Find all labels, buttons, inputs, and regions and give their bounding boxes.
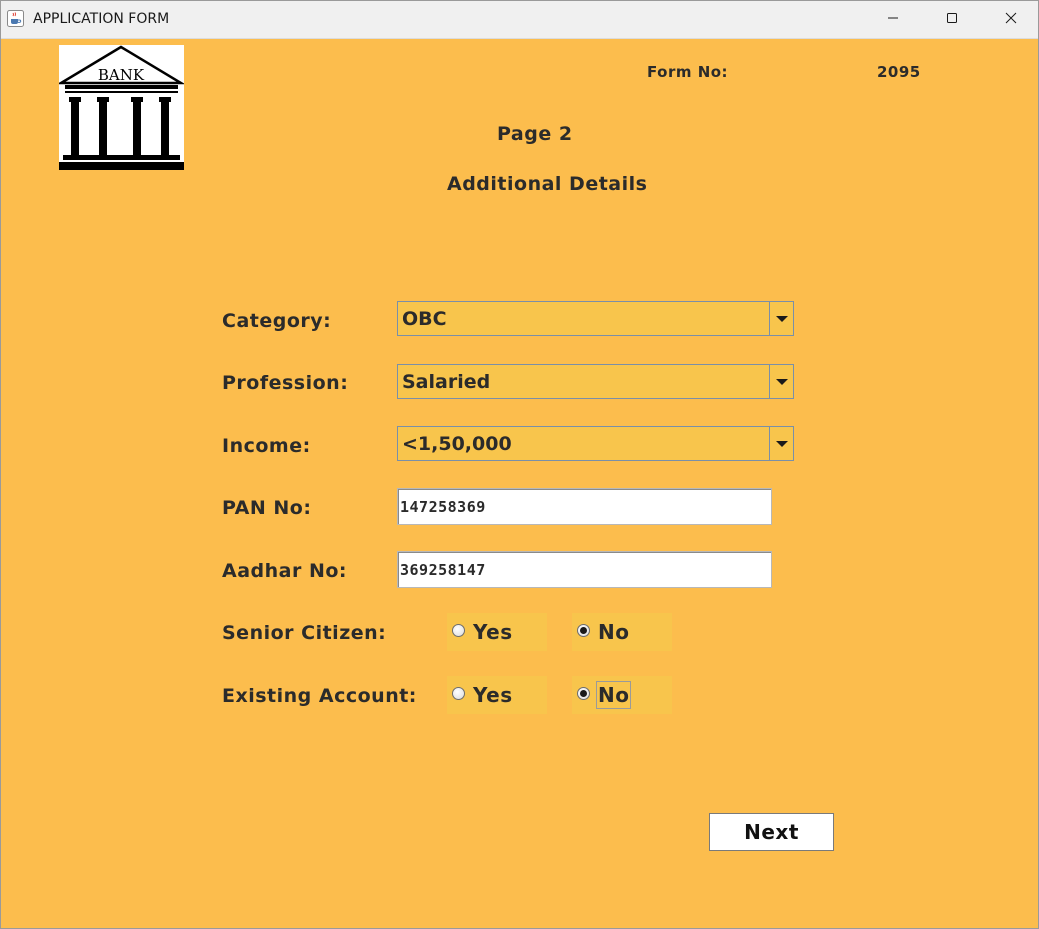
income-label: Income: [222, 435, 311, 457]
minimize-icon [887, 11, 899, 29]
pan-label: PAN No: [222, 497, 312, 519]
category-dropdown-button[interactable] [769, 302, 793, 335]
radio-checked-icon [577, 687, 590, 700]
page-title: Page 2 [497, 123, 573, 145]
close-button[interactable] [988, 1, 1034, 38]
income-dropdown-button[interactable] [769, 427, 793, 460]
chevron-down-icon [775, 378, 788, 385]
form-number-label: Form No: [647, 63, 729, 81]
application-window: APPLICATION FORM BANK Form No: 2095 Page… [0, 0, 1039, 929]
profession-dropdown-button[interactable] [769, 365, 793, 398]
senior-citizen-label: Senior Citizen: [222, 622, 387, 644]
java-cup-icon [7, 10, 24, 27]
profession-dropdown[interactable]: Salaried [397, 364, 794, 399]
radio-label: Yes [473, 683, 513, 707]
aadhar-input[interactable]: 369258147 [397, 551, 772, 588]
senior-citizen-yes-radio[interactable]: Yes [447, 613, 547, 651]
minimize-button[interactable] [870, 1, 916, 38]
form-content: BANK Form No: 2095 Page 2 Additional Det… [1, 39, 1038, 928]
category-dropdown[interactable]: OBC [397, 301, 794, 336]
radio-label: No [595, 681, 632, 709]
close-icon [1005, 11, 1017, 29]
form-number-value: 2095 [877, 63, 921, 81]
section-title: Additional Details [447, 173, 648, 195]
bank-logo: BANK [56, 45, 186, 170]
income-selected-value: <1,50,000 [402, 433, 512, 455]
radio-checked-icon [577, 624, 590, 637]
chevron-down-icon [775, 440, 788, 447]
next-button[interactable]: Next [709, 813, 834, 851]
profession-selected-value: Salaried [402, 371, 491, 393]
existing-account-no-radio[interactable]: No [572, 676, 672, 714]
window-title: APPLICATION FORM [33, 11, 170, 27]
chevron-down-icon [775, 315, 788, 322]
aadhar-label: Aadhar No: [222, 560, 348, 582]
existing-account-yes-radio[interactable]: Yes [447, 676, 547, 714]
pan-input[interactable]: 147258369 [397, 488, 772, 525]
profession-label: Profession: [222, 372, 349, 394]
income-dropdown[interactable]: <1,50,000 [397, 426, 794, 461]
senior-citizen-no-radio[interactable]: No [572, 613, 672, 651]
maximize-icon [946, 11, 958, 29]
radio-label: Yes [473, 620, 513, 644]
maximize-button[interactable] [929, 1, 975, 38]
title-bar[interactable]: APPLICATION FORM [1, 1, 1038, 39]
radio-label: No [598, 620, 630, 644]
radio-unchecked-icon [452, 687, 465, 700]
category-label: Category: [222, 310, 332, 332]
existing-account-label: Existing Account: [222, 685, 417, 707]
bank-logo-text: BANK [98, 66, 145, 84]
radio-unchecked-icon [452, 624, 465, 637]
category-selected-value: OBC [402, 308, 447, 330]
